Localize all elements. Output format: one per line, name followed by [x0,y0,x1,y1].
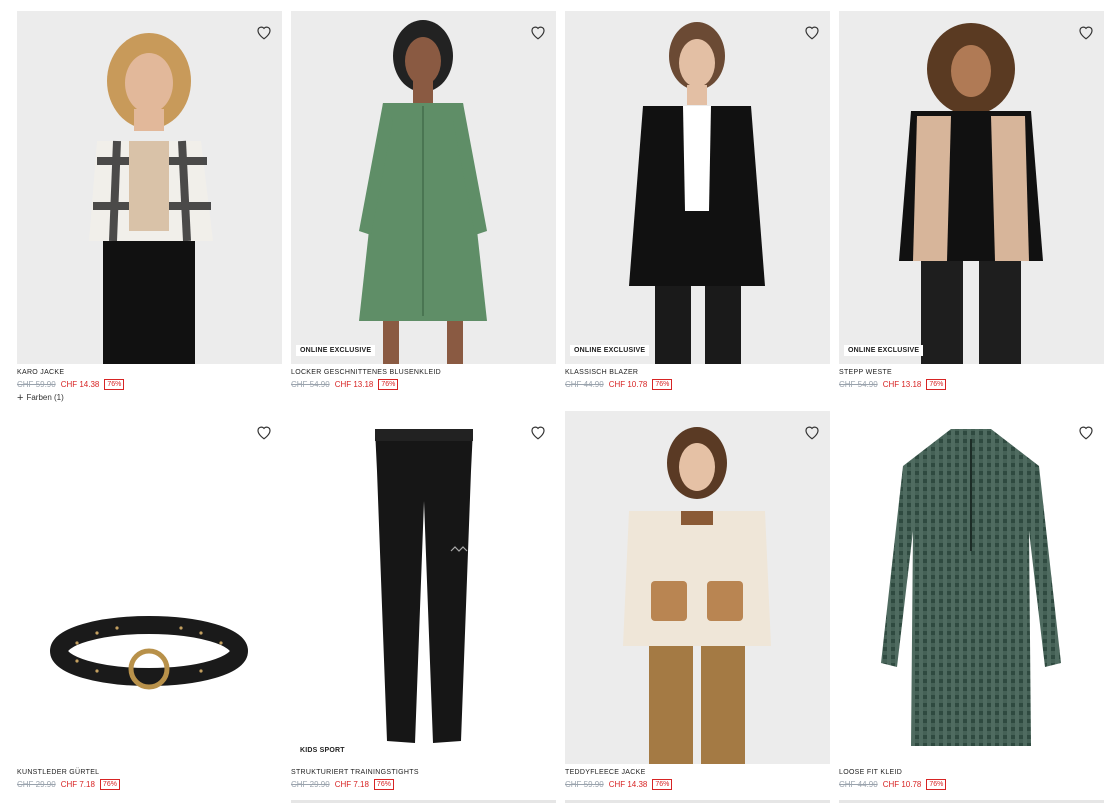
studded-belt-illustration [50,616,248,690]
discount-badge: 76% [378,379,399,390]
product-image[interactable]: KIDS SPORT [291,411,556,764]
sale-price: CHF 13.18 [334,380,374,389]
product-name[interactable]: KUNSTLEDER GÜRTEL [17,769,282,776]
discount-badge: 76% [99,779,120,790]
discount-badge: 76% [652,379,673,390]
product-card[interactable]: KUNSTLEDER GÜRTEL CHF 29.90 CHF 7.18 76% [17,411,282,803]
price-row: CHF 59.90 CHF 14.38 76% [17,379,282,390]
plus-icon: + [17,391,24,404]
sale-price: CHF 14.38 [608,780,648,789]
original-price: CHF 44.90 [839,780,878,789]
checked-loose-fit-dress-illustration [881,429,1061,746]
product-image[interactable]: ONLINE EXCLUSIVE [565,11,830,364]
product-name[interactable]: STRUKTURIERT TRAININGSTIGHTS [291,769,556,776]
original-price: CHF 29.90 [17,780,56,789]
heart-icon[interactable] [255,23,273,41]
sale-price: CHF 13.18 [882,380,922,389]
quilted-vest-model-illustration [899,23,1043,364]
color-count: Farben (1) [26,393,64,402]
product-card[interactable]: ONLINE EXCLUSIVE STEPP WESTE CHF 54.90 C… [839,11,1104,411]
discount-badge: 76% [926,379,947,390]
original-price: CHF 59.90 [565,780,604,789]
product-card[interactable]: ONLINE EXCLUSIVE KLASSISCH BLAZER CHF 44… [565,11,830,411]
product-name[interactable]: KLASSISCH BLAZER [565,369,830,376]
price-row: CHF 29.90 CHF 7.18 76% [17,779,282,790]
heart-icon[interactable] [255,423,273,441]
product-image[interactable]: ONLINE EXCLUSIVE [291,11,556,364]
price-row: CHF 54.90 CHF 13.18 76% [839,379,1104,390]
kids-sport-badge: KIDS SPORT [300,747,345,754]
original-price: CHF 54.90 [291,380,330,389]
price-row: CHF 44.90 CHF 10.78 76% [565,379,830,390]
online-exclusive-badge: ONLINE EXCLUSIVE [844,345,924,356]
product-name[interactable]: LOOSE FIT KLEID [839,769,1104,776]
original-price: CHF 54.90 [839,380,878,389]
heart-icon[interactable] [1077,423,1095,441]
product-name[interactable]: STEPP WESTE [839,369,1104,376]
discount-badge: 76% [652,779,673,790]
product-image[interactable]: ONLINE EXCLUSIVE [839,11,1104,364]
product-image[interactable] [17,11,282,364]
discount-badge: 76% [926,779,947,790]
price-row: CHF 44.90 CHF 10.78 76% [839,779,1104,790]
original-price: CHF 44.90 [565,380,604,389]
heart-icon[interactable] [529,23,547,41]
sale-price: CHF 14.38 [60,380,100,389]
product-image[interactable] [565,411,830,764]
original-price: CHF 29.90 [291,780,330,789]
sale-price: CHF 7.18 [60,780,95,789]
training-tights-illustration [375,429,473,743]
online-exclusive-badge: ONLINE EXCLUSIVE [296,345,376,356]
heart-icon[interactable] [529,423,547,441]
product-name[interactable]: TEDDYFLEECE JACKE [565,769,830,776]
product-card[interactable]: ONLINE EXCLUSIVE LOCKER GESCHNITTENES BL… [291,11,556,411]
heart-icon[interactable] [1077,23,1095,41]
sale-price: CHF 10.78 [882,780,922,789]
teddy-fleece-jacket-model-illustration [623,427,771,764]
product-image[interactable] [839,411,1104,764]
product-card[interactable]: LOOSE FIT KLEID CHF 44.90 CHF 10.78 76% [839,411,1104,803]
discount-badge: 76% [104,379,125,390]
product-card[interactable]: KARO JACKE CHF 59.90 CHF 14.38 76% + Far… [17,11,282,411]
heart-icon[interactable] [803,23,821,41]
price-row: CHF 29.90 CHF 7.18 76% [291,779,556,790]
sale-price: CHF 10.78 [608,380,648,389]
product-card[interactable]: KIDS SPORT STRUKTURIERT TRAININGSTIGHTS … [291,411,556,803]
product-grid: KARO JACKE CHF 59.90 CHF 14.38 76% + Far… [17,11,1104,803]
price-row: CHF 59.90 CHF 14.38 76% [565,779,830,790]
plaid-jacket-model-illustration [89,33,213,364]
green-shirt-dress-model-illustration [359,20,487,364]
product-name[interactable]: KARO JACKE [17,369,282,376]
discount-badge: 76% [373,779,394,790]
original-price: CHF 59.90 [17,380,56,389]
product-image[interactable] [17,411,282,764]
heart-icon[interactable] [803,423,821,441]
color-options-link[interactable]: + Farben (1) [17,391,282,404]
product-card[interactable]: TEDDYFLEECE JACKE CHF 59.90 CHF 14.38 76… [565,411,830,803]
product-name[interactable]: LOCKER GESCHNITTENES BLUSENKLEID [291,369,556,376]
black-blazer-model-illustration [629,22,765,364]
sale-price: CHF 7.18 [334,780,369,789]
online-exclusive-badge: ONLINE EXCLUSIVE [570,345,650,356]
price-row: CHF 54.90 CHF 13.18 76% [291,379,556,390]
